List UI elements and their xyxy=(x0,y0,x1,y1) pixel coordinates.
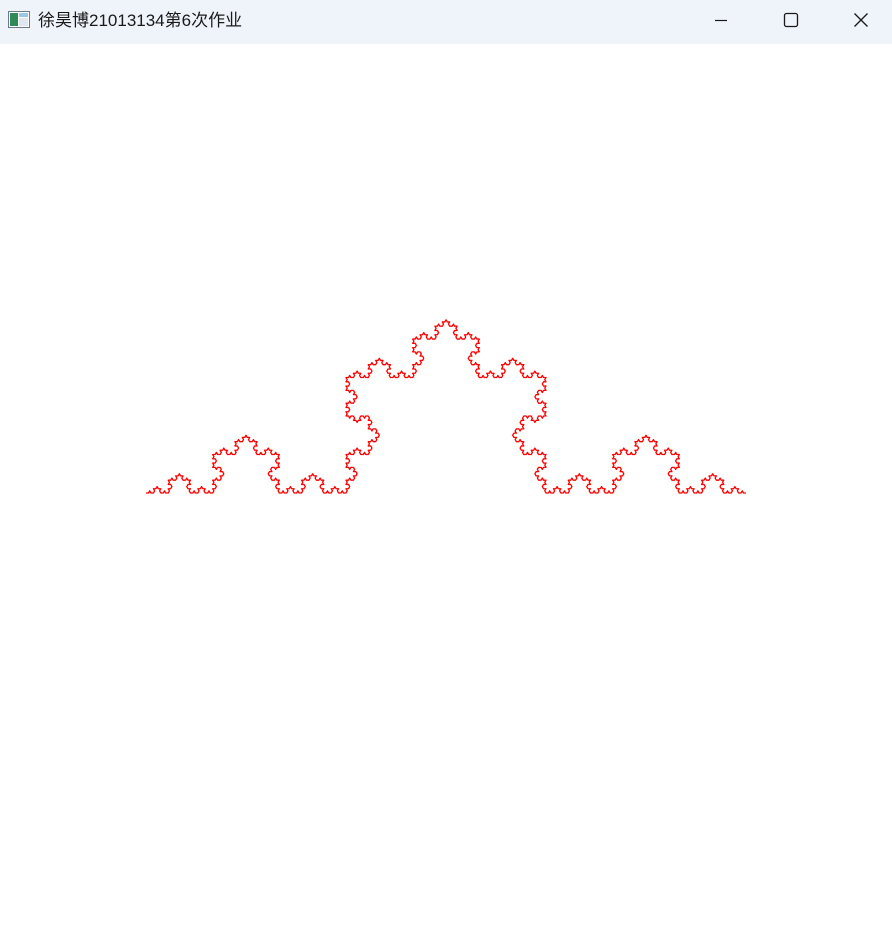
minimize-icon xyxy=(713,12,729,33)
app-window: 徐昊博21013134第6次作业 xyxy=(0,0,892,940)
window-title: 徐昊博21013134第6次作业 xyxy=(38,11,243,30)
application-window-icon[interactable] xyxy=(8,11,30,28)
koch-curve xyxy=(146,319,746,494)
drawing-canvas xyxy=(0,44,892,940)
title-bar[interactable]: 徐昊博21013134第6次作业 xyxy=(0,0,892,44)
minimize-button[interactable] xyxy=(686,0,756,44)
close-icon xyxy=(853,12,869,33)
maximize-button[interactable] xyxy=(756,0,826,44)
maximize-icon xyxy=(783,12,799,33)
close-button[interactable] xyxy=(826,0,892,44)
fractal-canvas xyxy=(146,319,746,494)
